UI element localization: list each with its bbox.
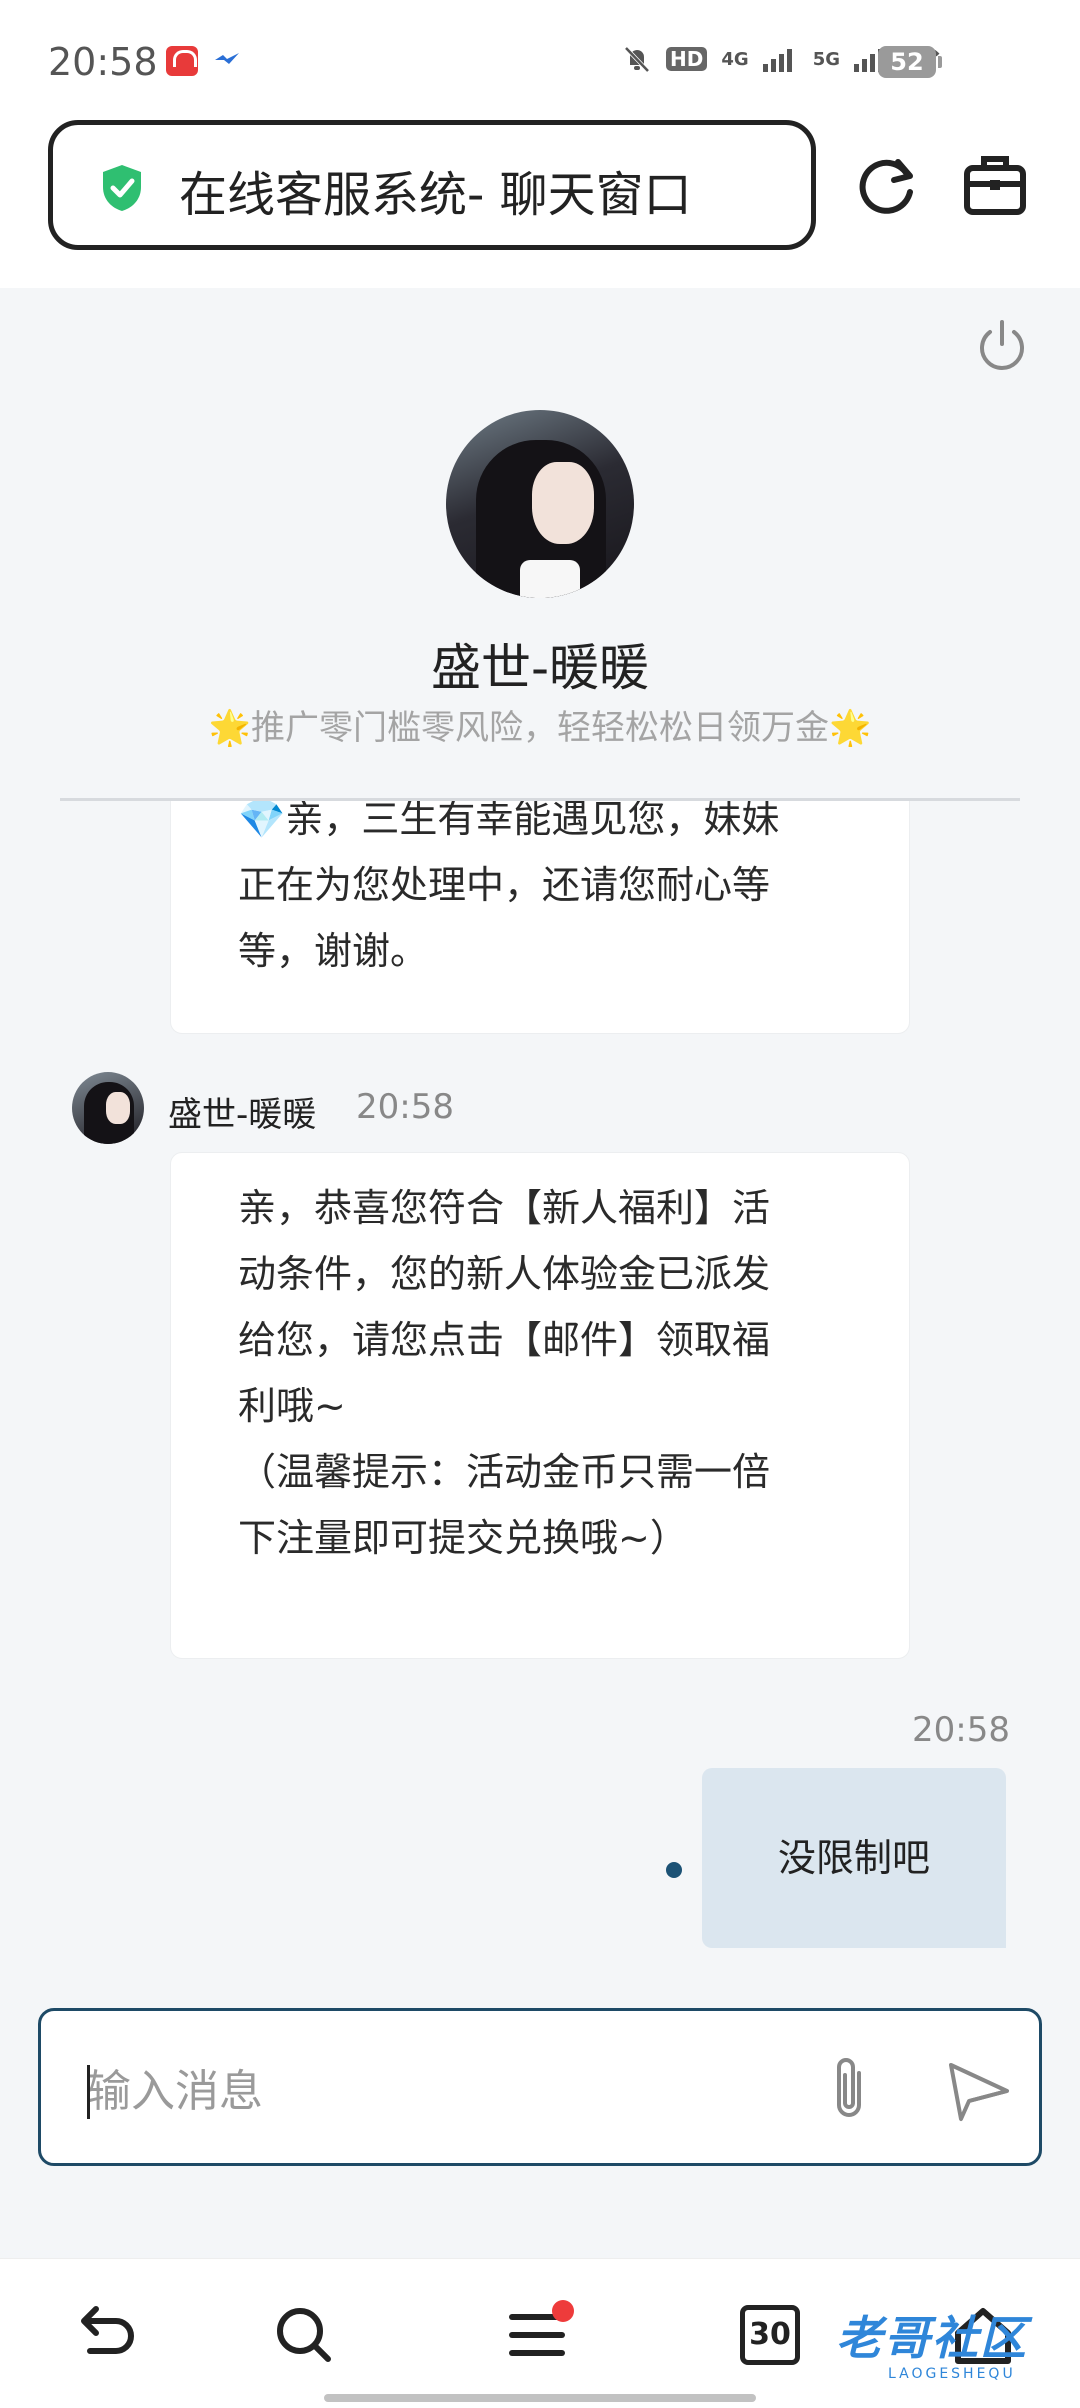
watermark-logo: 老哥社区 <box>836 2311 1028 2365</box>
message-list[interactable]: 💎亲，三生有幸能遇见您，妹妹 正在为您处理中，还请您耐心等 等，谢谢。 盛世-暖… <box>0 801 1080 1981</box>
search-icon[interactable] <box>268 2299 338 2369</box>
sender-name: 盛世-暖暖 <box>168 1095 317 1135</box>
app-notification-icon <box>166 46 198 76</box>
back-icon[interactable] <box>66 2299 136 2369</box>
watermark-subtext: LAOGESHEQU <box>888 2366 1016 2382</box>
message-text: 💎亲，三生有幸能遇见您，妹妹 正在为您处理中，还请您耐心等 等，谢谢。 <box>238 801 780 973</box>
home-indicator[interactable] <box>324 2394 756 2402</box>
bird-notification-icon <box>215 53 239 64</box>
message-input[interactable] <box>87 2061 787 2121</box>
hd-badge: HD <box>666 47 708 71</box>
power-icon[interactable] <box>974 318 1030 374</box>
shield-check-icon <box>103 165 141 211</box>
status-bar: 20:58 HD 4G 5G 52 <box>0 0 1080 110</box>
agent-avatar <box>446 410 634 598</box>
notification-dot <box>552 2300 574 2322</box>
message-text: 亲，恭喜您符合【新人福利】活 动条件，您的新人体验金已派发 给您，请您点击【邮件… <box>238 1186 771 1560</box>
agent-name: 盛世-暖暖 <box>430 639 650 697</box>
send-icon[interactable] <box>943 2055 1013 2125</box>
agent-slogan: 🌟推广零门槛零风险，轻轻松松日领万金🌟 <box>208 708 872 748</box>
agent-message-bubble: 亲，恭喜您符合【新人福利】活 动条件，您的新人体验金已派发 给您，请您点击【邮件… <box>170 1152 910 1659</box>
message-composer <box>38 2008 1042 2166</box>
paperclip-icon[interactable] <box>819 2051 879 2127</box>
agent-message-bubble: 💎亲，三生有幸能遇见您，妹妹 正在为您处理中，还请您耐心等 等，谢谢。 <box>170 801 910 1034</box>
user-message-bubble: 没限制吧 <box>702 1768 1006 1948</box>
mute-bell-icon <box>624 46 650 73</box>
message-time: 20:58 <box>912 1710 1010 1750</box>
network-label-5g: 5G <box>812 48 840 70</box>
message-text: 没限制吧 <box>777 1836 930 1880</box>
tabs-button[interactable]: 30 <box>740 2305 800 2365</box>
read-status-dot <box>666 1862 682 1878</box>
reload-icon[interactable] <box>852 150 922 220</box>
briefcase-icon[interactable] <box>960 150 1030 220</box>
status-time: 20:58 <box>48 40 158 84</box>
text-caret <box>87 2065 90 2119</box>
page-title: 在线客服系统- 聊天窗口 <box>179 167 692 223</box>
signal-icon-1 <box>762 49 792 72</box>
message-time: 20:58 <box>356 1087 454 1127</box>
agent-avatar-small <box>72 1072 144 1144</box>
network-label-4g: 4G <box>721 48 749 70</box>
battery-indicator: 52 <box>878 46 942 78</box>
address-bar[interactable]: 在线客服系统- 聊天窗口 <box>48 120 816 250</box>
